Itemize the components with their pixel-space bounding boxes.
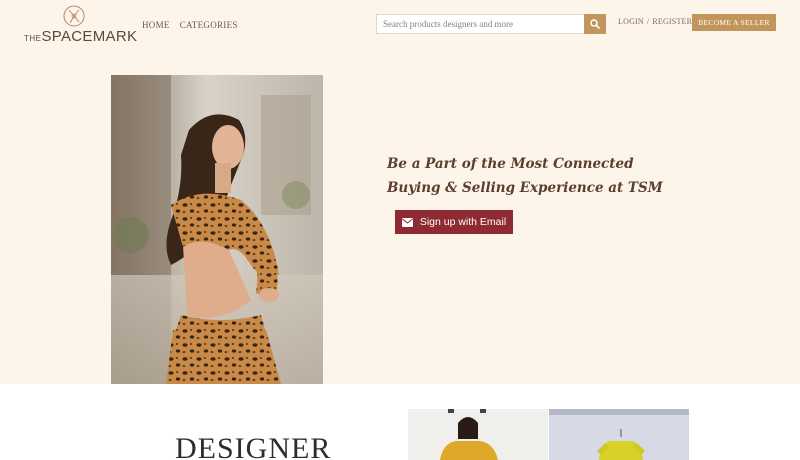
- hero-title: Be a Part of the Most Connected Buying &…: [387, 152, 687, 200]
- designer-heading: DESIGNER: [175, 432, 332, 460]
- hero-section: Be a Part of the Most Connected Buying &…: [0, 56, 800, 384]
- search-button[interactable]: [584, 14, 606, 34]
- model-yellow-dress-illustration: [408, 409, 548, 460]
- hero-title-line2: Buying & Selling Experience at TSM: [387, 180, 663, 196]
- logo-the: THE: [24, 34, 42, 43]
- site-header: THESPACEMARK HOME CATEGORIES LOGIN / REG…: [0, 0, 800, 56]
- hero-model-image: [111, 75, 323, 384]
- auth-separator: /: [646, 17, 650, 26]
- logo-name: SPACEMARK: [41, 28, 138, 45]
- auth-links: LOGIN / REGISTER: [618, 17, 692, 26]
- designer-promo-image-left[interactable]: [408, 409, 548, 460]
- search-bar: [376, 14, 606, 34]
- spacemark-logo-icon: [63, 5, 85, 27]
- search-icon: [590, 19, 600, 29]
- signup-email-button[interactable]: Sign up with Email: [395, 210, 513, 234]
- become-seller-button[interactable]: BECOME A SELLER: [692, 14, 776, 31]
- register-link[interactable]: REGISTER: [652, 17, 692, 26]
- envelope-icon: [401, 217, 413, 227]
- logo-wordmark: THESPACEMARK: [24, 28, 137, 46]
- site-logo[interactable]: THESPACEMARK: [24, 5, 137, 46]
- yellow-garment-illustration: [549, 409, 689, 460]
- main-nav: HOME CATEGORIES: [142, 20, 238, 30]
- hero-title-line1: Be a Part of the Most Connected: [387, 156, 634, 172]
- search-input[interactable]: [376, 14, 584, 34]
- nav-categories[interactable]: CATEGORIES: [180, 20, 238, 30]
- hero-photo-illustration: [111, 75, 323, 384]
- designer-section: DESIGNER: [0, 384, 800, 460]
- designer-promo-image-right[interactable]: [549, 409, 689, 460]
- login-link[interactable]: LOGIN: [618, 17, 644, 26]
- signup-email-label: Sign up with Email: [419, 216, 507, 228]
- nav-home[interactable]: HOME: [142, 20, 170, 30]
